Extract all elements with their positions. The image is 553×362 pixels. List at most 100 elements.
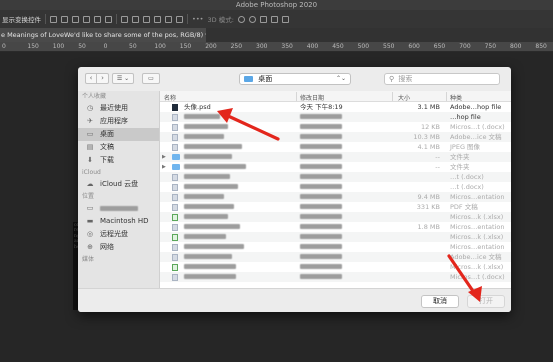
- 3d-rotate-icon[interactable]: [237, 15, 245, 23]
- distribute-left-icon[interactable]: [154, 15, 161, 23]
- file-row[interactable]: Micros…k (.xlsx): [160, 262, 511, 272]
- file-row[interactable]: 12 KB Micros…t (.docx): [160, 122, 511, 132]
- location-popup[interactable]: 桌面 ⌃⌄: [239, 73, 351, 85]
- column-name[interactable]: 名称: [164, 93, 176, 102]
- ruler-tick-label: 850: [535, 43, 547, 50]
- ruler-tick-label: 50: [129, 43, 137, 50]
- file-row[interactable]: 1.8 MB Micros…entation: [160, 222, 511, 232]
- file-row[interactable]: …hop file: [160, 112, 511, 122]
- sidebar-item[interactable]: ▤ 文稿: [78, 141, 159, 154]
- redacted-filename: [184, 144, 242, 149]
- sidebar-item[interactable]: ▭: [78, 202, 159, 215]
- redacted-date: [300, 274, 342, 279]
- redacted-filename: [184, 154, 232, 159]
- file-kind: Micros…k (.xlsx): [450, 263, 504, 271]
- file-row[interactable]: Adobe…ice 文稿: [160, 252, 511, 262]
- file-size: --: [435, 163, 440, 171]
- align-right-icon[interactable]: [72, 15, 79, 23]
- distribute-center-icon[interactable]: [165, 15, 172, 23]
- ruler-tick-label: 50: [78, 43, 86, 50]
- redacted-date: [300, 174, 342, 179]
- document-tab-title: e Meanings of LoveWe'd like to share som…: [1, 31, 206, 39]
- ruler-tick-label: 300: [256, 43, 268, 50]
- remote-disc-icon: ◎: [86, 230, 94, 238]
- column-size[interactable]: 大小: [398, 93, 410, 102]
- network-icon: ⊕: [87, 243, 93, 251]
- file-kind: Micros…entation: [450, 193, 505, 201]
- sidebar-item[interactable]: ☁ iCloud 云盘: [78, 178, 159, 191]
- sidebar-item[interactable]: ▭ 桌面: [78, 128, 159, 141]
- redacted-date: [300, 154, 342, 159]
- sidebar-item[interactable]: ⬇ 下载: [78, 154, 159, 167]
- cloud-icon: ☁: [86, 180, 94, 188]
- 3d-roll-icon[interactable]: [248, 15, 256, 23]
- disclosure-triangle-icon[interactable]: ▶: [162, 162, 166, 172]
- 3d-pan-icon[interactable]: [259, 15, 267, 23]
- file-row[interactable]: ▶ -- 文件夹: [160, 162, 511, 172]
- file-row[interactable]: 10.3 MB Adobe…ice 文稿: [160, 132, 511, 142]
- ruler-tick-label: 650: [433, 43, 446, 50]
- chevron-left-icon[interactable]: ‹: [85, 73, 97, 84]
- align-top-icon[interactable]: [83, 15, 90, 23]
- align-center-icon[interactable]: [61, 15, 68, 23]
- new-folder-icon[interactable]: ▭: [142, 73, 160, 84]
- file-row[interactable]: 331 KB PDF 文稿: [160, 202, 511, 212]
- redacted-filename: [184, 214, 228, 219]
- file-row[interactable]: Micros…t (.docx): [160, 272, 511, 282]
- sidebar-section-media: 媒体: [82, 256, 95, 263]
- open-button[interactable]: 打开: [467, 295, 505, 308]
- file-row[interactable]: Micros…k (.xlsx): [160, 212, 511, 222]
- distribute-bottom-icon[interactable]: [143, 15, 150, 23]
- sidebar-item[interactable]: ✈ 应用程序: [78, 115, 159, 128]
- redacted-filename: [184, 264, 236, 269]
- computer-icon: ▭: [86, 204, 94, 212]
- file-row[interactable]: …t (.docx): [160, 182, 511, 192]
- file-kind: 文件夹: [450, 153, 470, 161]
- align-bottom-icon[interactable]: [105, 15, 112, 23]
- align-left-icon[interactable]: [50, 15, 57, 23]
- file-kind: Adobe…ice 文稿: [450, 133, 502, 141]
- distribute-middle-icon[interactable]: [132, 15, 139, 23]
- show-transform-label[interactable]: 显示变换控件: [2, 14, 41, 24]
- ruler-tick-label: 0: [103, 43, 108, 50]
- 3d-slide-icon[interactable]: [270, 15, 278, 23]
- file-row[interactable]: ▶ -- 文件夹: [160, 152, 511, 162]
- file-row[interactable]: Micros…k (.xlsx): [160, 232, 511, 242]
- desktop-icon: ▭: [86, 130, 94, 138]
- distribute-right-icon[interactable]: [176, 15, 183, 23]
- file-row[interactable]: 头像.psd 今天 下午8:19 3.1 MB Adobe…hop file: [160, 102, 511, 112]
- sidebar-item[interactable]: ◎ 远程光盘: [78, 228, 159, 241]
- options-bar: 显示变换控件 ••• 3D 模式:: [0, 10, 553, 28]
- column-kind[interactable]: 种类: [450, 93, 462, 102]
- app-title-bar: Adobe Photoshop 2020: [0, 0, 553, 10]
- file-row[interactable]: 9.4 MB Micros…entation: [160, 192, 511, 202]
- redacted-filename: [184, 204, 234, 209]
- chevron-right-icon[interactable]: ›: [97, 73, 109, 84]
- list-view-icon[interactable]: ☰ ⌄: [112, 73, 134, 84]
- sidebar: 个人收藏 ◷ 最近使用 ✈ 应用程序 ▭ 桌面 ▤ 文稿 ⬇ 下载 iCloud ☁ iCloud 云盘位…: [78, 91, 160, 288]
- align-middle-icon[interactable]: [94, 15, 101, 23]
- file-row[interactable]: Micros…entation: [160, 242, 511, 252]
- column-date[interactable]: 修改日期: [300, 93, 324, 102]
- sidebar-item[interactable]: ▬ Macintosh HD: [78, 215, 159, 228]
- file-icon: [172, 204, 178, 211]
- redacted-filename: [184, 174, 230, 179]
- distribute-top-icon[interactable]: [121, 15, 128, 23]
- 3d-scale-icon[interactable]: [281, 15, 289, 23]
- disclosure-triangle-icon[interactable]: ▶: [162, 152, 166, 162]
- redacted-date: [300, 114, 342, 119]
- file-row[interactable]: …t (.docx): [160, 172, 511, 182]
- file-row[interactable]: 4.1 MB JPEG 图像: [160, 142, 511, 152]
- sidebar-item[interactable]: ◷ 最近使用: [78, 102, 159, 115]
- document-tab[interactable]: e Meanings of LoveWe'd like to share som…: [0, 28, 206, 42]
- file-icon: [172, 184, 178, 191]
- file-list-header: 名称 修改日期 大小 种类: [160, 91, 511, 102]
- ruler-tick-label: 400: [306, 43, 319, 50]
- cancel-button[interactable]: 取消: [421, 295, 459, 308]
- sidebar-item[interactable]: ⊕ 网络: [78, 241, 159, 254]
- file-icon: [172, 234, 178, 241]
- more-options-icon[interactable]: •••: [192, 15, 204, 23]
- search-input[interactable]: ⚲ 搜索: [384, 73, 500, 85]
- folder-icon: [172, 154, 180, 160]
- sidebar-item-label: iCloud 云盘: [100, 180, 139, 188]
